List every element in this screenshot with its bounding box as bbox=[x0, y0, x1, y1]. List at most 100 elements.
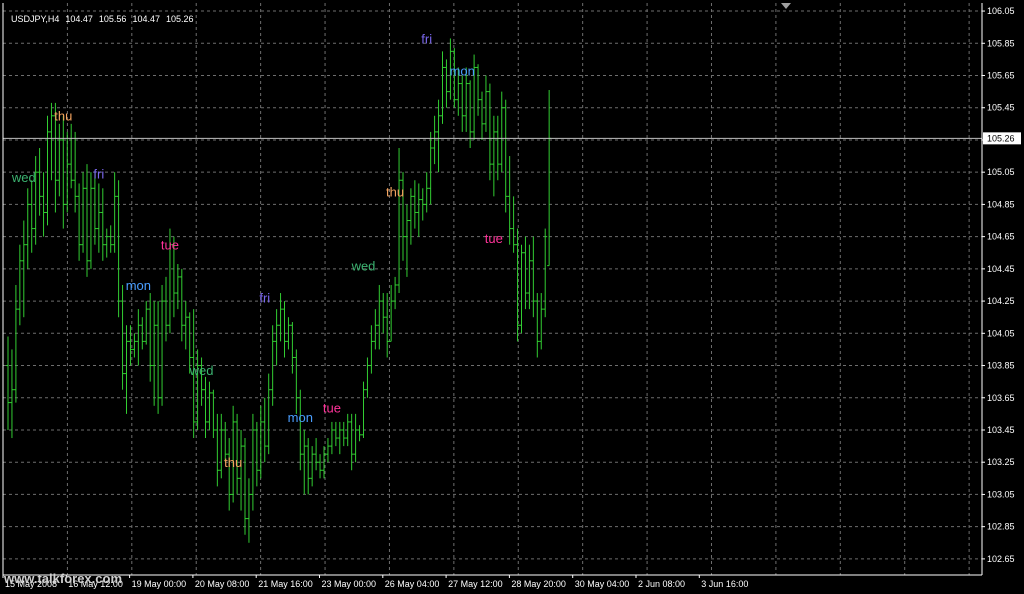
price-chart[interactable]: wedthufrimontuewedthufrimontuewedthufrim… bbox=[0, 0, 1024, 594]
chart-axes: 106.05105.85105.65105.45105.25105.05104.… bbox=[2, 3, 1021, 589]
ohlc-bar bbox=[341, 421, 346, 447]
ohlc-bar bbox=[483, 75, 488, 132]
ohlc-bar bbox=[306, 438, 311, 495]
ohlc-bar bbox=[266, 373, 271, 455]
day-label-wed: wed bbox=[11, 170, 36, 185]
ohlc-bar bbox=[325, 438, 330, 463]
ohlc-bar bbox=[258, 405, 263, 479]
time-tick-label: 2 Jun 08:00 bbox=[638, 579, 685, 589]
price-tick-label: 103.25 bbox=[987, 457, 1015, 467]
time-tick-label: 20 May 08:00 bbox=[195, 579, 250, 589]
ohlc-bar bbox=[365, 357, 370, 398]
day-label-mon: mon bbox=[288, 410, 313, 425]
time-tick-label: 30 May 04:00 bbox=[575, 579, 630, 589]
ohlc-bar bbox=[45, 115, 50, 226]
price-tick-label: 106.05 bbox=[987, 6, 1015, 16]
ohlc-bar bbox=[487, 83, 492, 181]
ohlc-bar bbox=[397, 148, 402, 294]
price-tick-label: 103.05 bbox=[987, 489, 1015, 499]
low-value: 104.47 bbox=[132, 14, 160, 24]
ohlc-bar bbox=[124, 325, 129, 414]
ohlc-bar bbox=[92, 172, 97, 245]
ohlc-bar bbox=[333, 421, 338, 447]
day-label-wed: wed bbox=[189, 363, 214, 378]
ohlc-bar bbox=[357, 425, 362, 442]
ohlc-bar bbox=[353, 413, 358, 463]
price-tick-label: 105.45 bbox=[987, 103, 1015, 113]
ohlc-bar bbox=[207, 381, 212, 430]
day-label-fri: fri bbox=[421, 31, 432, 46]
day-label-tue: tue bbox=[161, 238, 179, 253]
ohlc-bar bbox=[77, 183, 82, 261]
symbol-ohlc-header: USDJPY,H4 104.47 105.56 104.47 105.26 bbox=[6, 4, 200, 24]
ohlc-bar bbox=[29, 180, 34, 253]
watermark-logo: www.talkforex.com bbox=[4, 571, 122, 586]
ohlc-bar bbox=[239, 429, 244, 511]
ohlc-bar bbox=[108, 225, 113, 253]
time-tick-label: 23 May 00:00 bbox=[322, 579, 377, 589]
ohlc-bar bbox=[282, 301, 287, 358]
ohlc-bar bbox=[85, 164, 89, 277]
price-tick-label: 105.85 bbox=[987, 38, 1015, 48]
ohlc-bar bbox=[416, 183, 421, 237]
ohlc-bar bbox=[69, 123, 74, 189]
chart-shift-marker-icon[interactable] bbox=[781, 3, 791, 9]
ohlc-bar bbox=[318, 454, 323, 479]
ohlc-bar bbox=[37, 148, 42, 216]
ohlc-bar bbox=[227, 438, 232, 511]
ohlc-bar bbox=[254, 421, 259, 487]
ohlc-bar bbox=[211, 389, 216, 439]
current-price-label: 105.26 bbox=[987, 133, 1015, 143]
ohlc-bar bbox=[100, 188, 105, 261]
ohlc-bar bbox=[499, 91, 504, 173]
ohlc-bar bbox=[144, 301, 149, 345]
price-tick-label: 103.65 bbox=[987, 393, 1015, 403]
day-label-tue: tue bbox=[485, 231, 503, 246]
day-label-wed: wed bbox=[351, 258, 376, 273]
ohlc-bar bbox=[49, 102, 54, 181]
ohlc-bar bbox=[219, 413, 224, 479]
ohlc-bar bbox=[404, 204, 409, 277]
ohlc-bar bbox=[531, 236, 536, 318]
ohlc-bar bbox=[424, 172, 429, 213]
ohlc-bar bbox=[175, 264, 180, 310]
open-value: 104.47 bbox=[65, 14, 93, 24]
ohlc-bar bbox=[148, 293, 153, 382]
ohlc-bar bbox=[420, 188, 425, 221]
close-value: 105.26 bbox=[165, 14, 194, 24]
ohlc-bar bbox=[294, 349, 299, 414]
ohlc-bar bbox=[547, 90, 552, 267]
day-label-fri: fri bbox=[93, 167, 104, 182]
time-tick-label: 19 May 00:00 bbox=[132, 579, 187, 589]
ohlc-bar bbox=[337, 421, 342, 455]
price-tick-label: 103.45 bbox=[987, 425, 1015, 435]
ohlc-bar bbox=[507, 156, 512, 245]
day-label-mon: mon bbox=[450, 64, 475, 79]
ohlc-bar bbox=[13, 284, 18, 403]
time-tick-label: 3 Jun 16:00 bbox=[701, 579, 748, 589]
ohlc-bar bbox=[543, 228, 548, 318]
symbol-name: USDJPY,H4 bbox=[11, 14, 60, 24]
ohlc-bar bbox=[515, 228, 520, 342]
day-label-thu: thu bbox=[54, 109, 72, 124]
ohlc-bar bbox=[329, 421, 334, 455]
ohlc-bars bbox=[6, 38, 552, 543]
ohlc-bar bbox=[274, 309, 279, 366]
ohlc-bar bbox=[17, 244, 22, 326]
ohlc-bar bbox=[112, 172, 117, 253]
price-tick-label: 105.05 bbox=[987, 167, 1015, 177]
ohlc-bar bbox=[183, 301, 188, 350]
ohlc-bar bbox=[81, 172, 86, 253]
time-tick-label: 21 May 16:00 bbox=[258, 579, 313, 589]
ohlc-bar bbox=[491, 115, 496, 197]
ohlc-bar bbox=[535, 293, 540, 358]
ohlc-bar bbox=[243, 438, 247, 535]
ohlc-bar bbox=[519, 244, 524, 334]
ohlc-bar bbox=[278, 293, 283, 342]
ohlc-bar bbox=[246, 478, 251, 543]
ohlc-bar bbox=[381, 293, 386, 334]
price-tick-label: 102.85 bbox=[987, 522, 1015, 532]
ohlc-bar bbox=[436, 99, 441, 173]
ohlc-bar bbox=[393, 276, 398, 310]
price-tick-label: 103.85 bbox=[987, 361, 1015, 371]
